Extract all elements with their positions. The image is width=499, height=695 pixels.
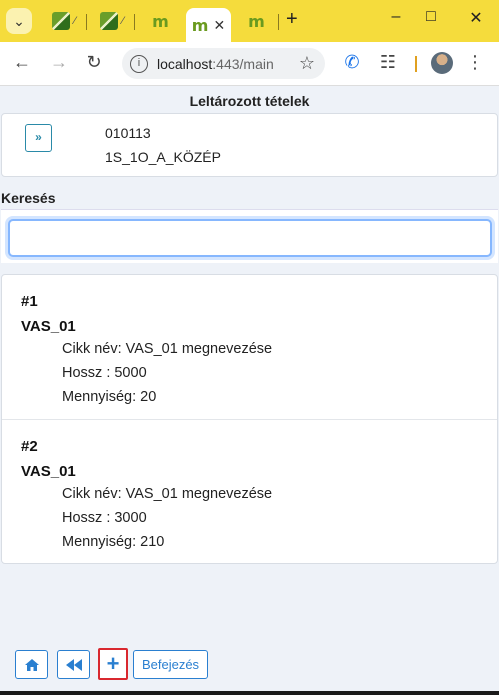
item-number: #1 [21,293,38,310]
phone-icon[interactable]: ✆ [341,52,363,73]
footer-toolbar: + Befejezés [0,647,499,695]
item-length: Hossz : 5000 [62,365,147,381]
tab-label: ⁄ [74,15,76,27]
maximize-icon[interactable]: □ [419,8,443,26]
window-bottom-border [0,691,499,695]
m-favicon-icon: m [152,11,169,31]
fast-backward-icon [65,659,82,671]
site-info-icon[interactable]: i [130,54,148,73]
search-input[interactable] [8,219,492,257]
leaf-favicon-icon [52,12,71,30]
location-name: 1S_1O_A_KÖZÉP [105,149,221,165]
item-number: #2 [21,438,38,455]
page-title: Leltározott tételek [189,93,310,109]
profile-avatar[interactable] [431,52,453,74]
search-panel [1,209,498,263]
home-button[interactable] [15,650,48,679]
more-menu-icon[interactable]: ⋮ [464,52,486,73]
toolbar-divider [415,56,417,72]
tab-label: ⁄ [122,15,124,27]
browser-tab[interactable]: ⁄ [92,7,132,35]
item-name: Cikk név: VAS_01 megnevezése [62,486,273,502]
search-label: Keresés [1,190,56,206]
inventory-list: #1 VAS_01 Cikk név: VAS_01 megnevezése H… [1,274,498,564]
item-quantity: Mennyiség: 20 [62,389,157,405]
m-favicon-icon: m [191,15,209,35]
address-bar[interactable]: i localhost:443/main ☆ [122,48,325,79]
m-favicon-icon: m [248,11,265,31]
browser-tab-bar: ⌄ ⁄ ⁄ m m ✕ m + – □ ✕ [0,0,499,42]
bookmark-star-icon[interactable]: ☆ [299,53,315,74]
finish-button[interactable]: Befejezés [133,650,208,679]
expand-button[interactable]: » [25,124,52,152]
close-tab-icon[interactable]: ✕ [213,17,225,34]
app-content: Leltározott tételek » 010113 1S_1O_A_KÖZ… [0,87,499,695]
browser-toolbar: ← → ↻ i localhost:443/main ☆ ✆ ☷ ⋮ [0,42,499,86]
location-code: 010113 [105,125,151,141]
item-code: VAS_01 [21,463,76,480]
browser-tab[interactable]: m [140,7,180,35]
back-button[interactable] [57,650,90,679]
new-tab-button[interactable]: + [286,8,298,31]
reload-icon[interactable]: ↻ [83,52,105,73]
forward-arrow-icon[interactable]: → [48,52,70,73]
item-code: VAS_01 [21,318,76,335]
chevrons-down-icon: » [35,130,42,144]
chevron-down-icon: ⌄ [13,12,25,29]
list-item[interactable]: #2 VAS_01 Cikk név: VAS_01 megnevezése H… [2,419,497,564]
leaf-favicon-icon [100,12,119,30]
minimize-icon[interactable]: – [384,8,408,26]
close-window-icon[interactable]: ✕ [464,8,488,28]
item-name: Cikk név: VAS_01 megnevezése [62,341,273,357]
browser-tab[interactable]: ⁄ [44,7,84,35]
add-item-button[interactable]: + [98,648,128,680]
back-arrow-icon[interactable]: ← [11,52,33,73]
tab-search-dropdown[interactable]: ⌄ [6,8,32,34]
home-icon [24,659,39,671]
location-card: » 010113 1S_1O_A_KÖZÉP [1,113,498,177]
item-quantity: Mennyiség: 210 [62,534,165,550]
address-url[interactable]: localhost:443/main [157,56,274,72]
extensions-puzzle-icon[interactable]: ☷ [377,52,399,73]
item-length: Hossz : 3000 [62,510,147,526]
list-item[interactable]: #1 VAS_01 Cikk név: VAS_01 megnevezése H… [2,275,497,420]
browser-tab[interactable]: m [236,7,276,35]
browser-tab-active[interactable]: m ✕ [186,8,231,42]
